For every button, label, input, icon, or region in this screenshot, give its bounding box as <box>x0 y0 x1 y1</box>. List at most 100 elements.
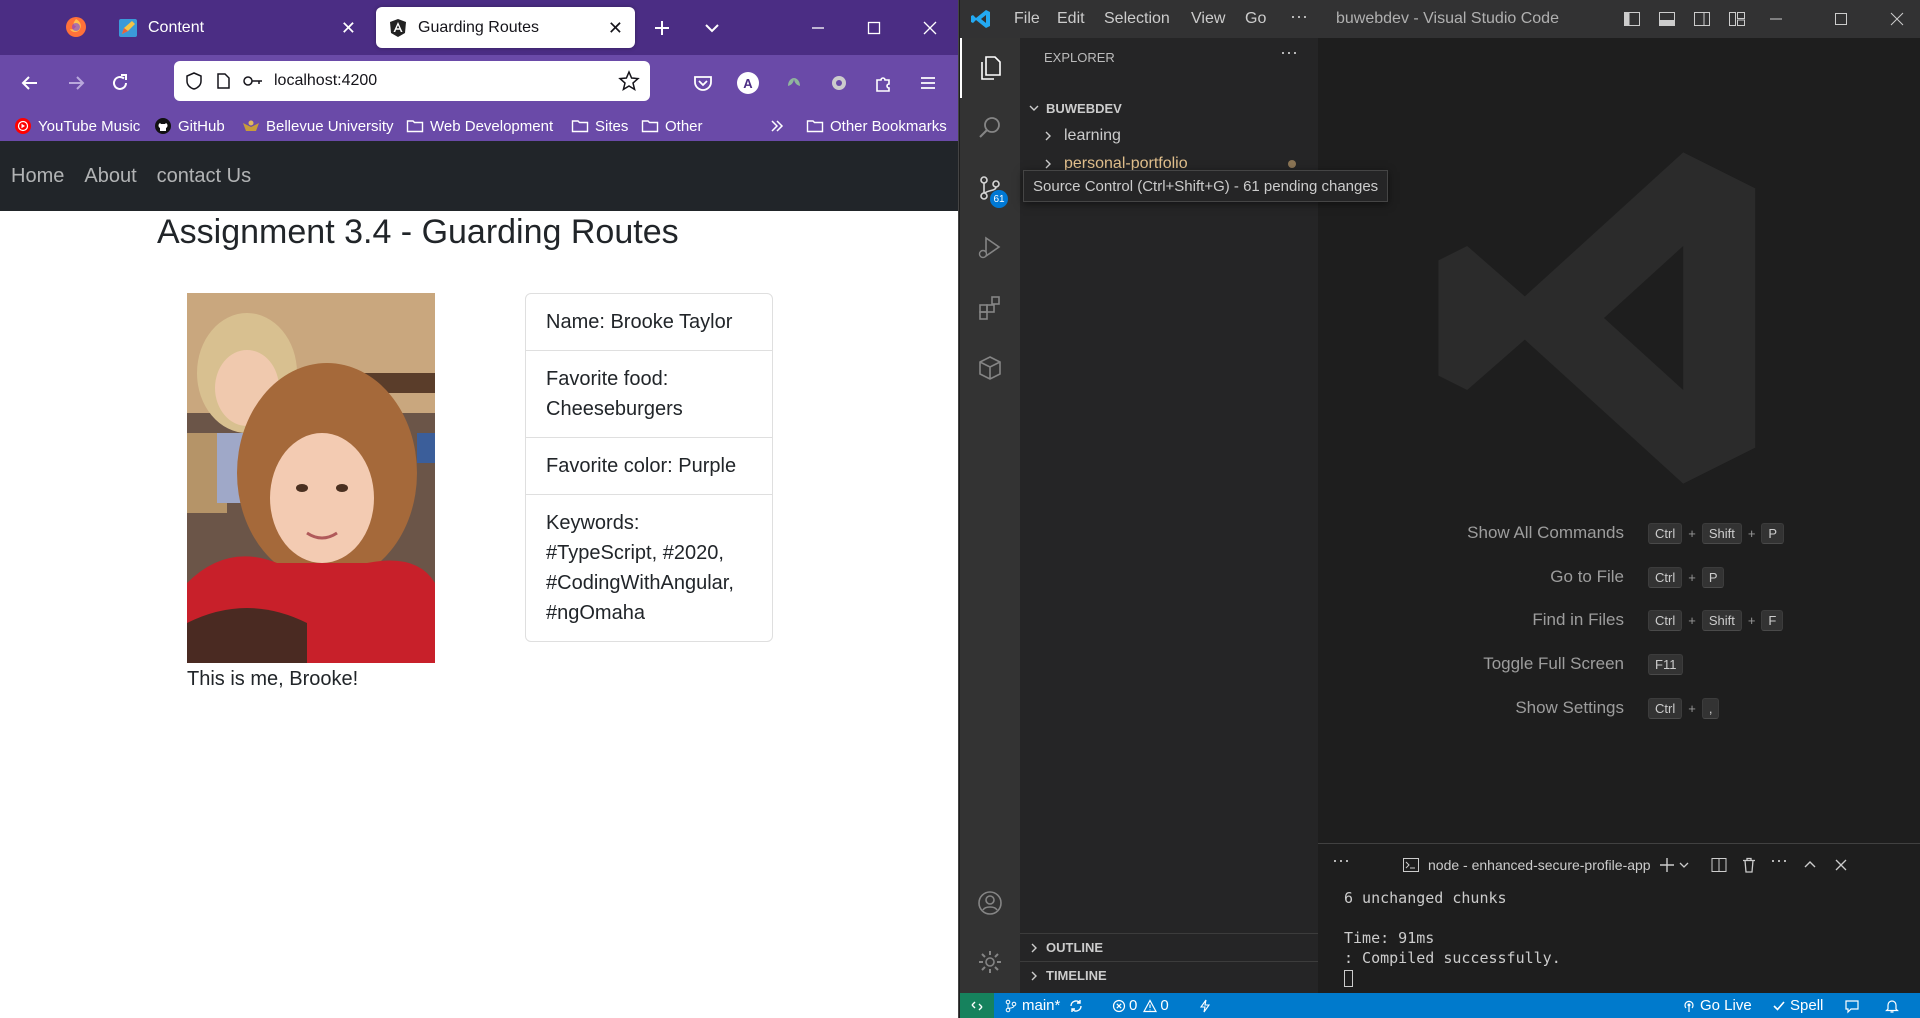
url-bar[interactable]: localhost:4200 <box>174 61 650 101</box>
panel-more-icon[interactable]: ··· <box>1332 850 1350 871</box>
list-all-tabs-button[interactable] <box>698 14 726 42</box>
more-bookmarks-button[interactable] <box>768 115 792 137</box>
run-debug-button[interactable] <box>960 218 1020 278</box>
firefox-logo-icon <box>66 17 86 37</box>
go-live-button[interactable]: Go Live <box>1682 993 1752 1018</box>
arrow-left-icon <box>21 76 37 90</box>
account-button[interactable]: A <box>732 67 764 99</box>
card-item-keywords: Keywords: #TypeScript, #2020, #CodingWit… <box>526 494 772 641</box>
close-icon[interactable] <box>1889 11 1905 27</box>
remote-icon <box>971 1001 983 1010</box>
menu-edit[interactable]: Edit <box>1057 10 1085 28</box>
key-icon[interactable] <box>242 72 264 90</box>
bookmark-youtube-music[interactable]: YouTube Music <box>14 115 140 137</box>
extensions-button[interactable] <box>868 67 900 99</box>
terminal-cursor <box>1344 970 1353 987</box>
maximize-button[interactable] <box>846 0 902 55</box>
bolt-indicator[interactable] <box>1198 993 1212 1018</box>
remote-explorer-button[interactable] <box>960 338 1020 398</box>
toggle-secondary-sidebar-icon[interactable] <box>1693 10 1711 28</box>
menu-go[interactable]: Go <box>1245 10 1266 28</box>
minimize-icon <box>812 26 824 29</box>
new-tab-button[interactable] <box>648 14 676 42</box>
bookmark-bellevue-university[interactable]: Bellevue University <box>242 115 394 137</box>
extension-button[interactable] <box>778 67 810 99</box>
reload-button[interactable] <box>104 67 136 99</box>
forward-button[interactable] <box>60 67 92 99</box>
firefox-view-button[interactable] <box>56 12 96 42</box>
close-icon[interactable]: ✕ <box>341 18 356 39</box>
minimize-button[interactable] <box>790 0 846 55</box>
terminal-panel: ··· node - enhanced-secure-profile-app ·… <box>1318 843 1920 993</box>
bookmark-github[interactable]: GitHub <box>154 115 225 137</box>
trash-icon[interactable] <box>1740 856 1758 874</box>
card-item-color: Favorite color: Purple <box>526 437 772 494</box>
menu-selection[interactable]: Selection <box>1104 10 1170 28</box>
page-icon[interactable] <box>214 72 232 90</box>
terminal-output[interactable]: 6 unchanged chunks Time: 91ms: Compiled s… <box>1344 888 1561 987</box>
outline-section[interactable]: OUTLINE <box>1020 933 1318 961</box>
spell-button[interactable]: Spell <box>1772 993 1823 1018</box>
source-control-button[interactable]: 61 <box>960 158 1020 218</box>
folder-icon <box>571 120 589 133</box>
bookmark-other[interactable]: Other <box>641 115 703 137</box>
pocket-icon <box>694 76 712 91</box>
bookmark-web-development[interactable]: Web Development <box>406 115 553 137</box>
close-window-button[interactable] <box>902 0 958 55</box>
chevron-up-icon[interactable] <box>1802 857 1818 873</box>
other-bookmarks[interactable]: Other Bookmarks <box>806 115 947 137</box>
branch-indicator[interactable]: main* <box>1004 993 1084 1018</box>
nav-link-contact[interactable]: contact Us <box>157 165 251 188</box>
more-menu-icon[interactable]: ··· <box>1290 6 1308 27</box>
search-button[interactable] <box>960 98 1020 158</box>
tab-content[interactable]: Content ✕ <box>106 7 368 48</box>
manage-button[interactable] <box>960 932 1020 992</box>
scm-badge: 61 <box>990 190 1008 208</box>
feedback-button[interactable] <box>1844 993 1860 1018</box>
nav-link-about[interactable]: About <box>84 165 136 188</box>
toggle-panel-icon[interactable] <box>1658 10 1676 28</box>
shield-icon[interactable] <box>184 71 204 91</box>
explorer-title: EXPLORER <box>1044 50 1115 65</box>
terminal-more-icon[interactable]: ··· <box>1770 850 1788 871</box>
extensions-button[interactable] <box>960 278 1020 338</box>
maximize-icon[interactable] <box>1833 11 1849 27</box>
bookmark-sites[interactable]: Sites <box>571 115 628 137</box>
folder-learning[interactable]: learning <box>1020 122 1318 150</box>
explorer-button[interactable] <box>960 38 1020 98</box>
notifications-button[interactable] <box>1884 993 1900 1018</box>
pocket-button[interactable] <box>687 67 719 99</box>
reload-icon <box>113 74 127 90</box>
timeline-section[interactable]: TIMELINE <box>1020 961 1318 989</box>
accounts-button[interactable] <box>960 873 1020 933</box>
key: Ctrl <box>1648 697 1683 719</box>
terminal-tab[interactable]: node - enhanced-secure-profile-app <box>1402 854 1651 876</box>
settings-extension-button[interactable] <box>823 67 855 99</box>
new-terminal-icon[interactable] <box>1658 856 1676 874</box>
more-actions-icon[interactable]: ··· <box>1280 42 1298 63</box>
close-icon[interactable] <box>1833 857 1849 873</box>
key: Shift <box>1701 522 1742 544</box>
chevron-down-icon[interactable] <box>1678 859 1690 871</box>
url-text[interactable]: localhost:4200 <box>274 72 377 90</box>
back-button[interactable] <box>14 67 46 99</box>
menu-file[interactable]: File <box>1014 10 1040 28</box>
nav-link-home[interactable]: Home <box>11 165 64 188</box>
split-terminal-icon[interactable] <box>1710 856 1728 874</box>
extensions-icon <box>979 296 1000 320</box>
problems-indicator[interactable]: 0 0 <box>1112 993 1169 1018</box>
tab-guarding-routes[interactable]: Guarding Routes ✕ <box>376 7 635 48</box>
terminal-line: Time: 91ms <box>1344 929 1435 947</box>
star-bookmark-icon[interactable] <box>618 70 640 92</box>
app-menu-button[interactable] <box>912 67 944 99</box>
profile-photo-image <box>187 293 435 663</box>
menu-view[interactable]: View <box>1191 10 1225 28</box>
workspace-header[interactable]: BUWEBDEV <box>1020 94 1318 122</box>
minimize-icon[interactable] <box>1768 11 1784 27</box>
customize-layout-icon[interactable] <box>1728 10 1746 28</box>
arrow-right-icon <box>69 76 85 90</box>
remote-indicator[interactable] <box>960 993 994 1018</box>
terminal-line: : Compiled successfully. <box>1344 949 1561 967</box>
close-icon[interactable]: ✕ <box>608 18 623 39</box>
toggle-sidebar-icon[interactable] <box>1623 10 1641 28</box>
